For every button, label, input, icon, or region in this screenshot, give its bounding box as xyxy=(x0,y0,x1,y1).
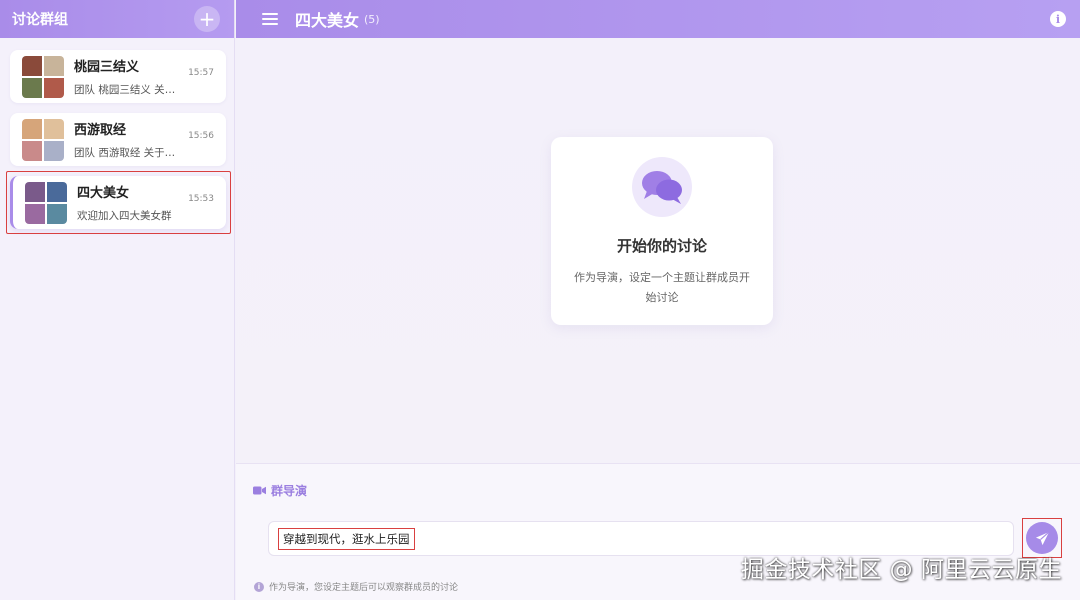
group-preview: 欢迎加入四大美女群 xyxy=(77,210,172,222)
group-avatar xyxy=(22,118,64,161)
group-list: 桃园三结义 团队 桃园三结义 关于… 15:57 西游取经 团队 西游取经 关于… xyxy=(0,38,234,234)
info-icon[interactable]: i xyxy=(1050,11,1066,27)
member-count: (5) xyxy=(364,12,380,26)
group-avatar xyxy=(25,181,67,224)
group-time: 15:56 xyxy=(188,131,214,141)
menu-icon[interactable] xyxy=(262,13,278,25)
add-group-button[interactable]: + xyxy=(194,6,220,32)
group-time: 15:57 xyxy=(188,68,214,78)
composer: 群导演 穿越到现代，逛水上乐园 i 作为导演，您设定主题后可以观察群成员的讨论 … xyxy=(236,463,1080,600)
group-item-sida-meinv[interactable]: 四大美女 欢迎加入四大美女群 15:53 xyxy=(6,171,231,234)
chat-bubbles-icon xyxy=(632,157,692,217)
group-time: 15:53 xyxy=(188,194,214,204)
chat-title: 四大美女 xyxy=(295,11,360,30)
group-preview: 团队 西游取经 关于… xyxy=(74,147,176,159)
hint-text: i 作为导演，您设定主题后可以观察群成员的讨论 xyxy=(254,580,458,593)
sidebar-header: 讨论群组 + xyxy=(0,0,234,38)
group-preview: 团队 桃园三结义 关于… xyxy=(74,84,182,96)
chat-header: 四大美女 (5) i xyxy=(236,0,1080,38)
group-item-taoyuan[interactable]: 桃园三结义 团队 桃园三结义 关于… 15:57 xyxy=(10,50,226,103)
group-avatar xyxy=(22,55,64,98)
sidebar-title: 讨论群组 xyxy=(12,12,68,28)
message-area: 开始你的讨论 作为导演，设定一个主题让群成员开始讨论 xyxy=(236,38,1080,463)
sidebar: 讨论群组 + 桃园三结义 团队 桃园三结义 关于… 15:57 西游取经 团队 … xyxy=(0,0,235,600)
director-label: 群导演 xyxy=(253,482,307,499)
empty-state-title: 开始你的讨论 xyxy=(616,237,707,255)
empty-state-description: 作为导演，设定一个主题让群成员开始讨论 xyxy=(574,271,750,304)
hint-label: 作为导演，您设定主题后可以观察群成员的讨论 xyxy=(269,583,459,593)
send-icon xyxy=(1035,531,1049,545)
info-small-icon: i xyxy=(254,581,264,592)
group-item-xiyou[interactable]: 西游取经 团队 西游取经 关于… 15:56 xyxy=(10,113,226,166)
director-label-text: 群导演 xyxy=(271,484,308,498)
empty-state-card: 开始你的讨论 作为导演，设定一个主题让群成员开始讨论 xyxy=(551,137,773,325)
topic-input-value: 穿越到现代，逛水上乐园 xyxy=(278,528,415,550)
video-camera-icon xyxy=(253,486,266,495)
watermark: 掘金技术社区 @ 阿里云云原生 xyxy=(740,557,1062,583)
